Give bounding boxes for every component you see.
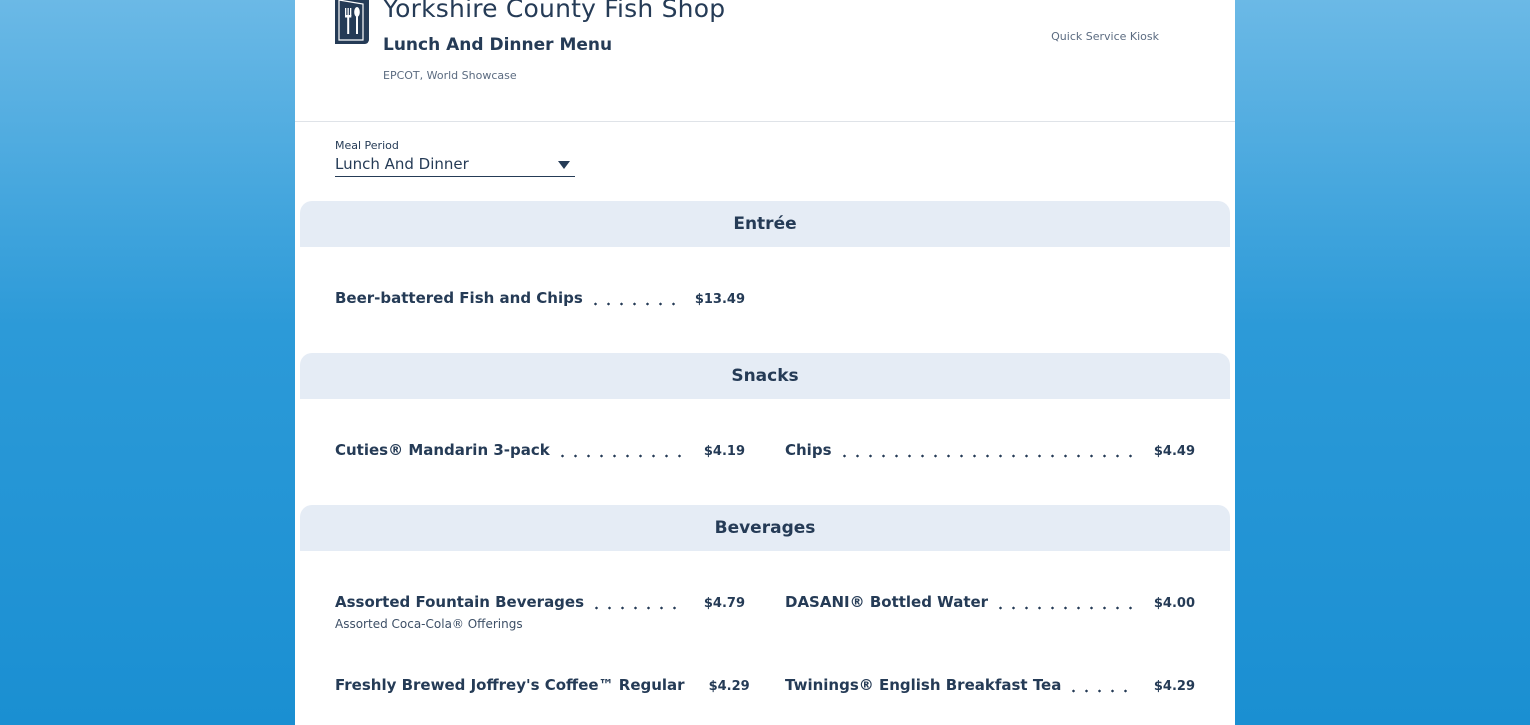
meal-period-selector: Meal Period Lunch And Dinner: [335, 139, 575, 184]
menu-item-price: $4.29: [1153, 679, 1195, 694]
menu-item[interactable]: Assorted Fountain Beverages $4.79: [335, 587, 745, 611]
menu-item-description: Assorted Coca-Cola® Offerings: [335, 617, 523, 631]
menu-panel: Yorkshire County Fish Shop Lunch And Din…: [295, 0, 1235, 725]
leader-dots: [588, 293, 677, 307]
menu-item-name: Cuties® Mandarin 3-pack: [335, 441, 550, 459]
menu-item-price: $4.00: [1153, 596, 1195, 611]
section-header-snacks: Snacks: [300, 353, 1230, 399]
meal-period-dropdown[interactable]: Lunch And Dinner: [335, 154, 575, 177]
menu-item-name: DASANI® Bottled Water: [785, 593, 989, 611]
section-header-beverages: Beverages: [300, 505, 1230, 551]
menu-item-price: $4.29: [708, 679, 750, 694]
menu-item-name: Freshly Brewed Joffrey's Coffee™ Regular: [335, 676, 685, 694]
menu-item-price: $4.79: [703, 596, 745, 611]
menu-title: Lunch And Dinner Menu: [383, 35, 613, 55]
menu-item[interactable]: Freshly Brewed Joffrey's Coffee™ Regular…: [335, 670, 750, 694]
service-type: Quick Service Kiosk: [1051, 30, 1159, 43]
menu-item-name: Chips: [785, 441, 832, 459]
menu-item-price: $4.49: [1153, 444, 1195, 459]
menu-item[interactable]: Chips $4.49: [785, 435, 1195, 459]
restaurant-header: Yorkshire County Fish Shop Lunch And Din…: [295, 0, 1235, 122]
leader-dots: [1067, 680, 1136, 694]
menu-item-price: $4.19: [703, 444, 745, 459]
menu-item-name: Assorted Fountain Beverages: [335, 593, 585, 611]
leader-dots: [994, 597, 1136, 611]
leader-dots: [837, 445, 1136, 459]
caret-down-icon[interactable]: [558, 161, 570, 169]
menu-item[interactable]: Twinings® English Breakfast Tea $4.29: [785, 670, 1195, 694]
restaurant-utensils-icon: [335, 0, 369, 44]
menu-item-price: $13.49: [694, 292, 745, 307]
section-header-entree: Entrée: [300, 201, 1230, 247]
leader-dots: [590, 597, 686, 611]
restaurant-location: EPCOT, World Showcase: [383, 69, 517, 82]
menu-item[interactable]: DASANI® Bottled Water $4.00: [785, 587, 1195, 611]
menu-item[interactable]: Cuties® Mandarin 3-pack $4.19: [335, 435, 745, 459]
meal-period-value: Lunch And Dinner: [335, 155, 469, 173]
menu-item-name: Twinings® English Breakfast Tea: [785, 676, 1062, 694]
leader-dots: [555, 445, 686, 459]
restaurant-name: Yorkshire County Fish Shop: [383, 0, 726, 23]
menu-item[interactable]: Beer-battered Fish and Chips $13.49: [335, 283, 745, 307]
meal-period-label: Meal Period: [335, 139, 399, 152]
menu-item-name: Beer-battered Fish and Chips: [335, 289, 583, 307]
